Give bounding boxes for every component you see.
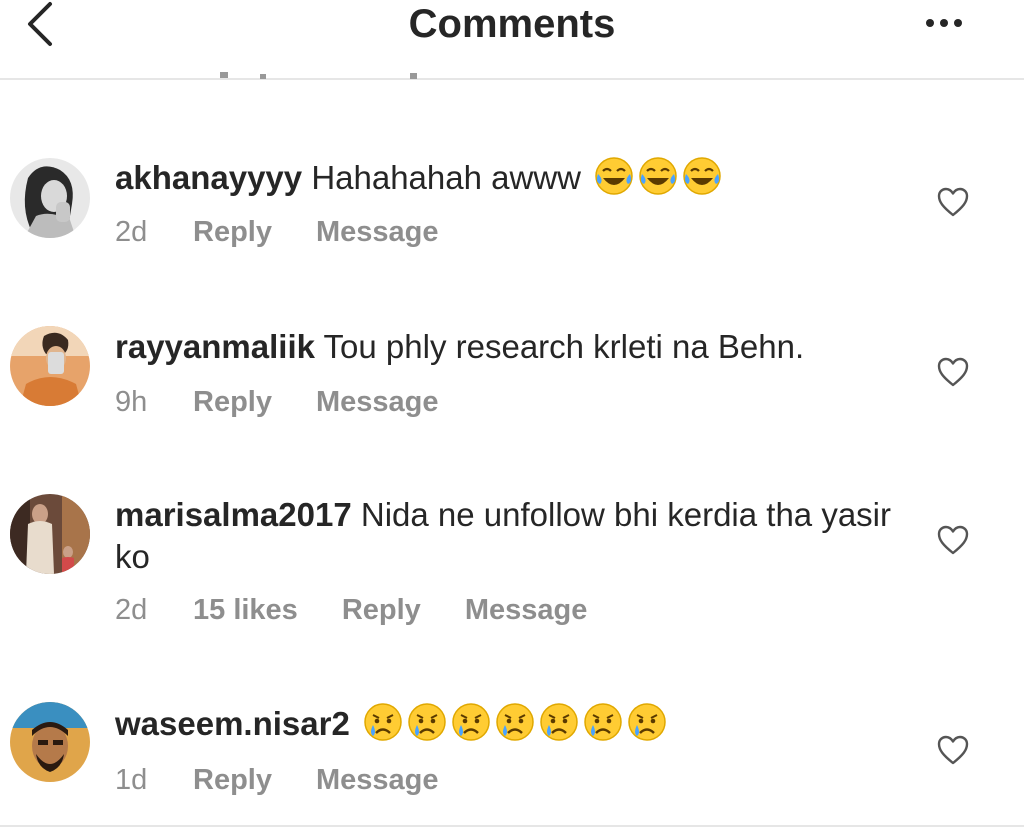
comment-body: Tou phly research krleti na Behn. (323, 328, 805, 365)
comment-body: Hahahahah awww (311, 159, 581, 196)
heart-icon[interactable] (936, 524, 970, 556)
comments-header: Comments (0, 0, 1024, 80)
reply-button[interactable]: Reply (342, 594, 421, 627)
comment-text: rayyanmaliik Tou phly research krleti na… (115, 326, 915, 368)
crying-emoji (452, 703, 490, 741)
crying-emoji (584, 703, 622, 741)
comment-username[interactable]: waseem.nisar2 (115, 705, 350, 742)
comment-text: marisalma2017 Nida ne unfollow bhi kerdi… (115, 494, 915, 578)
page-title: Comments (408, 2, 616, 46)
comment-time: 2d (115, 594, 148, 626)
more-options-button[interactable] (922, 12, 966, 34)
comment-text: waseem.nisar2 (115, 702, 915, 745)
comment-time: 9h (115, 386, 148, 418)
crying-emoji (628, 703, 666, 741)
message-button[interactable]: Message (316, 386, 439, 419)
message-button[interactable]: Message (316, 216, 439, 249)
comment-meta: 2d Reply Message (115, 216, 439, 249)
comment-meta: 2d 15 likes Reply Message (115, 594, 587, 627)
avatar[interactable] (10, 158, 90, 238)
laughing-crying-emoji (683, 157, 721, 195)
laughing-crying-emoji (595, 157, 633, 195)
comment-username[interactable]: rayyanmaliik (115, 328, 315, 365)
heart-icon[interactable] (936, 356, 970, 388)
comment-meta: 9h Reply Message (115, 386, 439, 419)
reply-button[interactable]: Reply (193, 386, 272, 419)
heart-icon[interactable] (936, 734, 970, 766)
likes-count[interactable]: 15 likes (193, 594, 298, 627)
crying-emoji (496, 703, 534, 741)
comment-time: 2d (115, 216, 148, 248)
reply-button[interactable]: Reply (193, 764, 272, 797)
comment-meta: 1d Reply Message (115, 764, 439, 797)
heart-icon[interactable] (936, 186, 970, 218)
avatar[interactable] (10, 702, 90, 782)
message-button[interactable]: Message (316, 764, 439, 797)
message-button[interactable]: Message (465, 594, 588, 627)
crying-emoji (540, 703, 578, 741)
avatar[interactable] (10, 326, 90, 406)
avatar[interactable] (10, 494, 90, 574)
crying-emoji (364, 703, 402, 741)
divider (0, 825, 1024, 827)
laughing-crying-emoji (639, 157, 677, 195)
reply-button[interactable]: Reply (193, 216, 272, 249)
comment-username[interactable]: akhanayyyy (115, 159, 302, 196)
comment-username[interactable]: marisalma2017 (115, 496, 352, 533)
comment-text: akhanayyyy Hahahahah awww (115, 156, 915, 199)
clipped-comment-text (220, 72, 417, 79)
comment-time: 1d (115, 764, 148, 796)
ellipsis-icon (926, 19, 962, 27)
crying-emoji (408, 703, 446, 741)
